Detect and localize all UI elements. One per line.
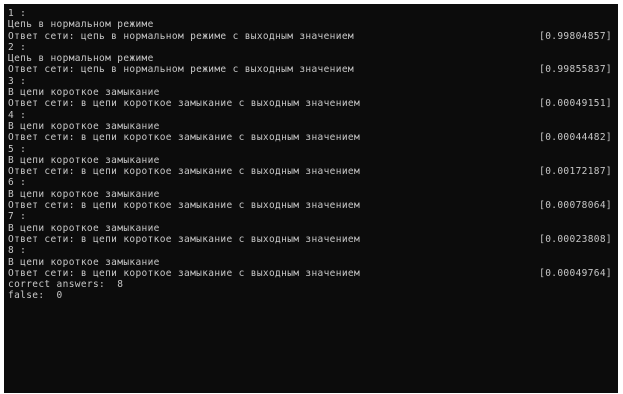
console-line: 5 : <box>8 144 612 155</box>
console-line: Ответ сети: цепь в нормальном режиме с в… <box>8 31 612 42</box>
console-line-text: В цепи короткое замыкание <box>8 154 160 166</box>
console-line: false: 0 <box>8 290 612 301</box>
console-line: В цепи короткое замыкание <box>8 189 612 200</box>
console-line: Ответ сети: в цепи короткое замыкание с … <box>8 200 612 211</box>
console-line: 6 : <box>8 177 612 188</box>
console-line: Ответ сети: в цепи короткое замыкание с … <box>8 268 612 279</box>
output-value: [0.00049151] <box>539 98 612 110</box>
output-value: [0.00172187] <box>539 166 612 178</box>
console-line-text: Ответ сети: в цепи короткое замыкание с … <box>8 166 361 178</box>
console-line: 1 : <box>8 8 612 19</box>
console-line-text: В цепи короткое замыкание <box>8 188 160 200</box>
console-line: 2 : <box>8 42 612 53</box>
console-line: В цепи короткое замыкание <box>8 155 612 166</box>
output-value: [0.99855837] <box>539 64 612 76</box>
output-value: [0.99804857] <box>539 30 612 42</box>
console-line: 7 : <box>8 211 612 222</box>
console-line: 3 : <box>8 76 612 87</box>
console-line-text: 1 : <box>8 8 27 19</box>
console-line-text: В цепи короткое замыкание <box>8 256 160 268</box>
console-line-text: В цепи короткое замыкание <box>8 87 160 99</box>
console-line-text: В цепи короткое замыкание <box>8 222 160 234</box>
console-line-text: Ответ сети: в цепи короткое замыкание с … <box>8 200 361 212</box>
console-line: В цепи короткое замыкание <box>8 121 612 132</box>
console-line: Ответ сети: в цепи короткое замыкание с … <box>8 132 612 143</box>
console-line: correct answers: 8 <box>8 279 612 290</box>
console-line-text: 4 : <box>8 109 27 121</box>
console-line-text: 2 : <box>8 41 27 53</box>
console-line-text: 3 : <box>8 75 27 87</box>
console-line-text: Цепь в нормальном режиме <box>8 53 154 65</box>
console-line-text: Ответ сети: цепь в нормальном режиме с в… <box>8 64 354 76</box>
console-line: Ответ сети: в цепи короткое замыкание с … <box>8 166 612 177</box>
console-line: Ответ сети: в цепи короткое замыкание с … <box>8 234 612 245</box>
console-line-text: 5 : <box>8 143 27 155</box>
console-line-text: Цепь в нормальном режиме <box>8 19 154 31</box>
console-line: Цепь в нормальном режиме <box>8 53 612 64</box>
console-line: В цепи короткое замыкание <box>8 257 612 268</box>
console-line-text: 8 : <box>8 245 27 257</box>
output-value: [0.00023808] <box>539 233 612 245</box>
console-line: Ответ сети: в цепи короткое замыкание с … <box>8 98 612 109</box>
console-line: 4 : <box>8 110 612 121</box>
console-window: 1 : Цепь в нормальном режиме Ответ сети:… <box>4 4 618 393</box>
console-line-text: correct answers: 8 <box>8 279 124 291</box>
console-line-text: Ответ сети: в цепи короткое замыкание с … <box>8 98 361 110</box>
console-line: Ответ сети: цепь в нормальном режиме с в… <box>8 64 612 75</box>
output-value: [0.00049764] <box>539 267 612 279</box>
console-line-text: 6 : <box>8 177 27 189</box>
console-line: 8 : <box>8 245 612 256</box>
console-line-text: 7 : <box>8 211 27 223</box>
console-line-text: false: 0 <box>8 290 63 302</box>
console-line-text: Ответ сети: в цепи короткое замыкание с … <box>8 132 361 144</box>
console-line-text: Ответ сети: в цепи короткое замыкание с … <box>8 233 361 245</box>
console-line: Цепь в нормальном режиме <box>8 19 612 30</box>
console-line: В цепи короткое замыкание <box>8 223 612 234</box>
console-line: В цепи короткое замыкание <box>8 87 612 98</box>
console-line-text: Ответ сети: цепь в нормальном режиме с в… <box>8 30 354 42</box>
output-value: [0.00044482] <box>539 132 612 144</box>
console-line-text: В цепи короткое замыкание <box>8 120 160 132</box>
output-value: [0.00078064] <box>539 200 612 212</box>
console-line-text: Ответ сети: в цепи короткое замыкание с … <box>8 267 361 279</box>
